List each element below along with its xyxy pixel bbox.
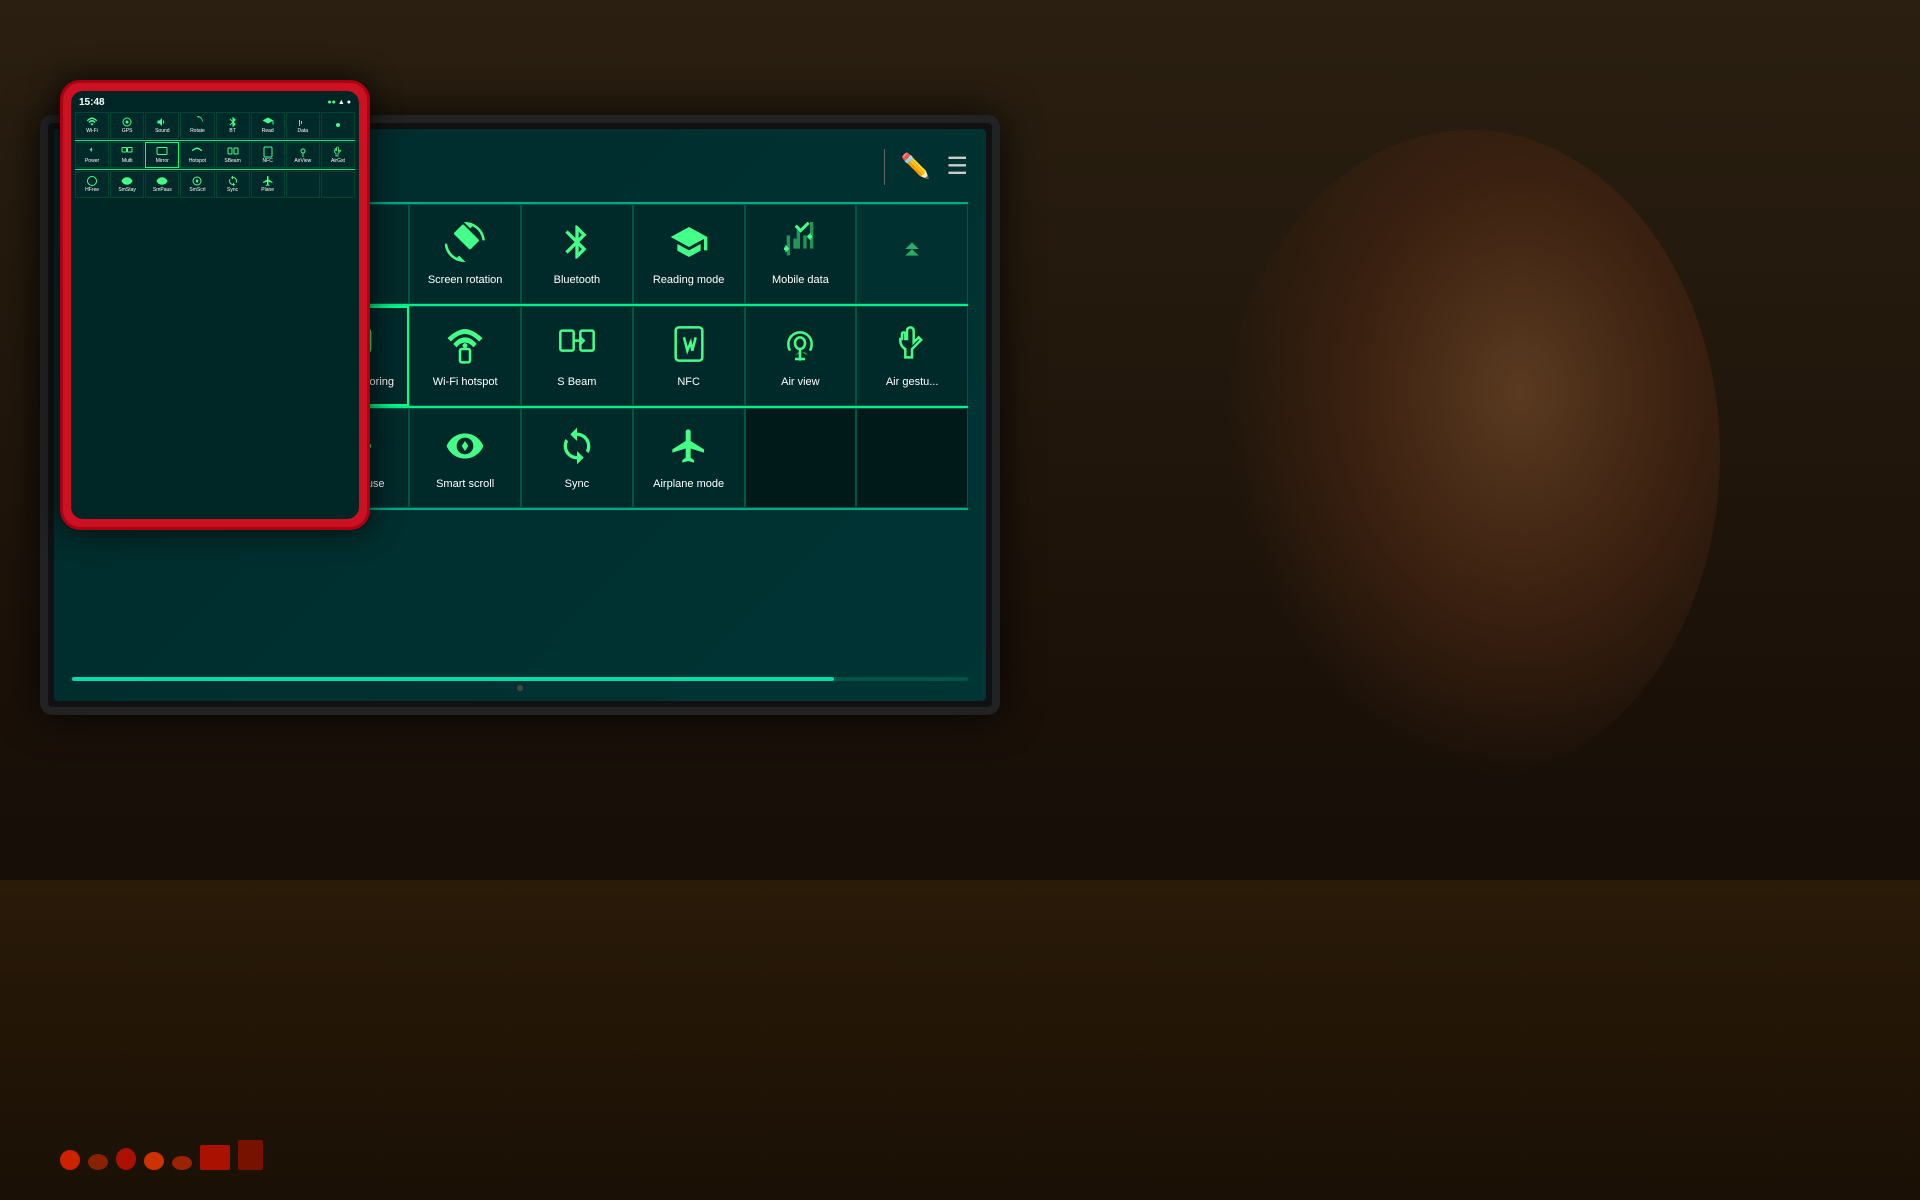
phone-item-mirror: Mirror: [145, 142, 179, 169]
tv-progress-fill: [72, 677, 834, 681]
phone-time: 15:48: [79, 97, 105, 108]
shelf-decorations: [60, 1140, 263, 1170]
quick-item-more[interactable]: [856, 204, 968, 304]
phone-item-nfc: NFC: [251, 142, 285, 169]
quick-item-wifi-hotspot[interactable]: Wi-Fi hotspot: [409, 306, 521, 406]
phone-item-empty3: [286, 171, 320, 198]
quick-item-s-beam[interactable]: S Beam: [521, 306, 633, 406]
phone-frame: 15:48 ●● ▲ ● Wi-Fi GPS: [60, 80, 370, 530]
quick-item-nfc[interactable]: NFC: [633, 306, 745, 406]
mobile-data-icon: [778, 223, 822, 267]
quick-item-mobile-data[interactable]: Mobile data: [745, 204, 857, 304]
phone-item-airview: AirView: [286, 142, 320, 169]
s-beam-label: S Beam: [557, 375, 596, 389]
airplane-icon: [667, 427, 711, 471]
phone-item-airgst: AirGst: [321, 142, 355, 169]
smart-scroll-label: Smart scroll: [436, 477, 494, 491]
quick-item-smart-scroll[interactable]: Smart scroll: [409, 408, 521, 508]
phone-item-wifi: Wi-Fi: [75, 112, 109, 139]
airplane-label: Airplane mode: [653, 477, 724, 491]
sync-label: Sync: [565, 477, 589, 491]
quick-item-reading-mode[interactable]: Reading mode: [633, 204, 745, 304]
shelf-item-1: [60, 1150, 80, 1170]
hand-background: [1220, 130, 1720, 780]
air-gesture-label: Air gestu...: [886, 375, 939, 389]
bluetooth-icon: [555, 223, 599, 267]
shelf-item-5: [172, 1156, 192, 1170]
phone-item-read: Read: [251, 112, 285, 139]
air-view-icon: [778, 325, 822, 369]
phone-item-spause: SmPaus: [145, 171, 179, 198]
phone-item-hotspot: Hotspot: [180, 142, 214, 169]
shelf-item-2: [88, 1154, 108, 1170]
tv-header-right: ✏️ ☰: [884, 149, 968, 185]
phone-item-empty4: [321, 171, 355, 198]
phone-item-multi: Multi: [110, 142, 144, 169]
smart-scroll-icon: [443, 427, 487, 471]
quick-item-empty2: [856, 408, 968, 508]
phone-item-sstay: SmStay: [110, 171, 144, 198]
quick-item-sync[interactable]: Sync: [521, 408, 633, 508]
phone-mini-grid-row3: HFree SmStay SmPaus SmScrl Sync: [75, 171, 355, 198]
sync-icon: [555, 427, 599, 471]
shelf-item-7: [238, 1140, 263, 1170]
phone-mini-grid-row1: Wi-Fi GPS Sound Rotate BT: [75, 112, 355, 139]
tv-page-dot: [517, 685, 523, 691]
tv-progress-bar: [72, 677, 968, 681]
screen-rotation-icon: [443, 223, 487, 267]
s-beam-icon: [555, 325, 599, 369]
phone-item-airplane: Plane: [251, 171, 285, 198]
reading-mode-label: Reading mode: [653, 273, 725, 287]
air-view-label: Air view: [781, 375, 820, 389]
edit-icon[interactable]: ✏️: [901, 152, 931, 181]
screen-rotation-label: Screen rotation: [428, 273, 503, 287]
phone-item-hfree: HFree: [75, 171, 109, 198]
quick-item-screen-rotation[interactable]: Screen rotation: [409, 204, 521, 304]
shelf-item-4: [144, 1152, 164, 1170]
phone-item-sscroll: SmScrl: [180, 171, 214, 198]
phone-item-gps: GPS: [110, 112, 144, 139]
phone-item-sync: Sync: [216, 171, 250, 198]
list-icon[interactable]: ☰: [946, 152, 968, 181]
phone-row-divider: [75, 140, 355, 141]
phone-header: 15:48 ●● ▲ ●: [75, 95, 355, 110]
phone-item-power: Power: [75, 142, 109, 169]
phone-item-data: Data: [286, 112, 320, 139]
quick-item-airplane[interactable]: Airplane mode: [633, 408, 745, 508]
phone-content: 15:48 ●● ▲ ● Wi-Fi GPS: [71, 91, 359, 519]
shelf: [0, 880, 1920, 1200]
bluetooth-label: Bluetooth: [554, 273, 600, 287]
shelf-item-6: [200, 1145, 230, 1170]
header-divider: [884, 149, 885, 185]
wifi-hotspot-label: Wi-Fi hotspot: [433, 375, 498, 389]
reading-mode-icon: [667, 223, 711, 267]
phone-screen: 15:48 ●● ▲ ● Wi-Fi GPS: [71, 91, 359, 519]
phone-item-sbeam: SBeam: [216, 142, 250, 169]
phone-status-icons: ●● ▲ ●: [327, 99, 351, 106]
quick-item-air-view[interactable]: Air view: [745, 306, 857, 406]
shelf-item-3: [116, 1148, 136, 1170]
phone-item-rotation: Rotate: [180, 112, 214, 139]
quick-item-empty1: [745, 408, 857, 508]
phone-item-bt: BT: [216, 112, 250, 139]
nfc-label: NFC: [677, 375, 700, 389]
mobile-data-label: Mobile data: [772, 273, 829, 287]
phone-mini-grid-row2: Power Multi Mirror Hotspot SBeam: [75, 142, 355, 169]
phone-item-sound: Sound: [145, 112, 179, 139]
quick-item-air-gesture[interactable]: Air gestu...: [856, 306, 968, 406]
nfc-icon: [667, 325, 711, 369]
phone-item-extra: [321, 112, 355, 139]
wifi-hotspot-icon: [443, 325, 487, 369]
air-gesture-icon: [890, 325, 934, 369]
more-icon: [890, 230, 934, 274]
phone-row2-divider: [75, 169, 355, 170]
quick-item-bluetooth[interactable]: Bluetooth: [521, 204, 633, 304]
